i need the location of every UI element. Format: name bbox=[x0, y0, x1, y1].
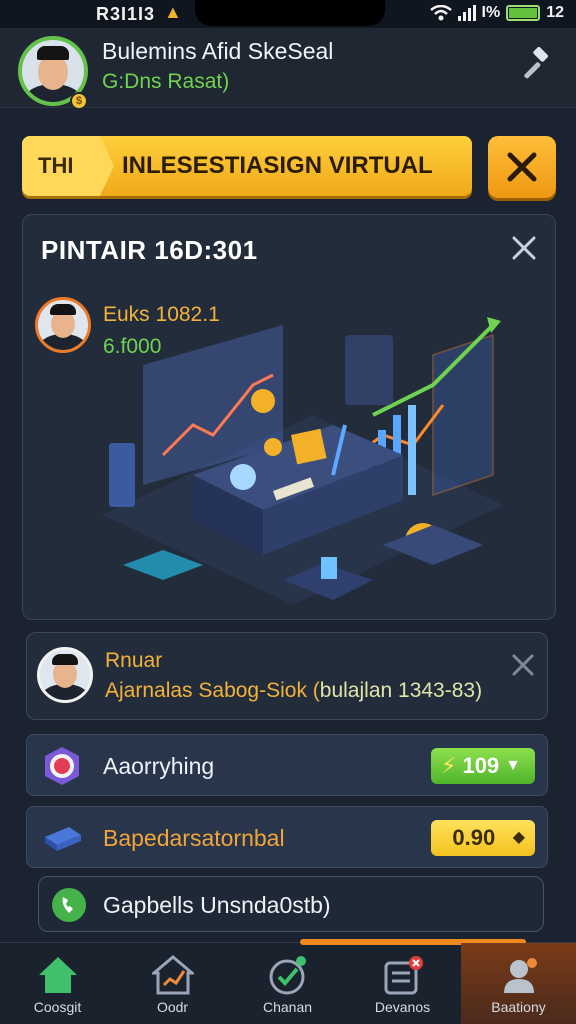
status-number: 12 bbox=[546, 4, 564, 21]
chevron-down-icon: ▼ bbox=[505, 757, 522, 774]
list-item-label: Gapbells Unsnda0stb) bbox=[103, 892, 331, 918]
user-icon bbox=[504, 958, 537, 993]
target-icon bbox=[45, 747, 79, 785]
close-icon[interactable] bbox=[511, 653, 535, 677]
status-right: I% 12 bbox=[429, 4, 564, 22]
value-badge-text: 0.90 bbox=[452, 825, 496, 850]
list-item[interactable]: Aaorryhing ⚡ 109 ▼ bbox=[26, 734, 548, 796]
card-title: PINTAIR 16D:301 bbox=[41, 235, 258, 265]
lightning-icon: ⚡ bbox=[441, 753, 457, 778]
card-user-value: 6.f000 bbox=[103, 335, 162, 358]
list-item-label: Bapedarsatornbal bbox=[103, 825, 285, 851]
wifi-icon bbox=[429, 5, 452, 21]
notification-card[interactable]: Rnuar Ajarnalas Sabog-Siok (bulajlan 134… bbox=[26, 632, 548, 720]
value-badge[interactable]: ⚡ 109 ▼ bbox=[431, 748, 535, 784]
signal-icon bbox=[457, 5, 476, 21]
phone-icon bbox=[52, 888, 86, 922]
close-icon bbox=[507, 152, 537, 182]
nav-item-order[interactable]: Oodr bbox=[115, 943, 230, 1024]
user-name: Bulemins Afid SkeSeal bbox=[102, 38, 334, 64]
nav-label: Coosgit bbox=[33, 999, 82, 1015]
nav-label: Chanan bbox=[262, 999, 313, 1015]
card-user-name: Euks 1082.1 bbox=[103, 303, 220, 326]
battery-percent: I% bbox=[481, 4, 501, 21]
list-badge-icon bbox=[384, 956, 423, 995]
list-item-label: Aaorryhing bbox=[103, 753, 215, 779]
notification-title: Rnuar bbox=[105, 649, 163, 672]
house-chart-icon bbox=[152, 955, 194, 995]
nav-label: Devanos bbox=[374, 999, 431, 1015]
list-item[interactable]: Gapbells Unsnda0stb) bbox=[38, 876, 544, 932]
warning-icon: ▲ bbox=[164, 2, 182, 22]
nav-item-home[interactable]: Coosgit bbox=[0, 943, 115, 1024]
battery-icon bbox=[506, 5, 541, 21]
cash-icon bbox=[45, 827, 81, 851]
list-item[interactable]: Bapedarsatornbal 0.90 ◆ bbox=[26, 806, 548, 868]
card-user bbox=[35, 297, 91, 353]
profile-header: $ Bulemins Afid SkeSeal G:Dns Rasat) bbox=[0, 28, 576, 110]
close-icon[interactable] bbox=[511, 235, 537, 261]
user-subtitle: G:Dns Rasat) bbox=[102, 70, 230, 93]
value-badge[interactable]: 0.90 ◆ bbox=[431, 820, 535, 856]
coin-icon: $ bbox=[70, 92, 88, 110]
investment-banner[interactable]: THI INLESESTIASIGN VIRTUAL bbox=[22, 136, 472, 196]
investment-card: PINTAIR 16D:301 Euks 1082.1 6.f000 bbox=[22, 214, 556, 620]
notification-body-main: Ajarnalas Sabog-Siok ( bbox=[105, 679, 320, 702]
status-time: R3I1I3 bbox=[96, 4, 156, 24]
banner-tag: THI bbox=[22, 136, 114, 196]
nav-item-devices[interactable]: Devanos bbox=[345, 943, 460, 1024]
notification-body-paren: bulajlan 1343-83) bbox=[319, 679, 483, 702]
value-badge-text: 109 bbox=[462, 753, 500, 778]
nav-label: Oodr bbox=[156, 999, 189, 1015]
home-icon bbox=[39, 957, 77, 993]
status-bar: R3I1I3 ▲ I% 12 bbox=[0, 0, 576, 28]
avatar bbox=[37, 647, 93, 703]
camera-notch bbox=[195, 0, 385, 26]
avatar bbox=[35, 297, 91, 353]
nav-item-profile[interactable]: Baationy bbox=[461, 943, 576, 1024]
nav-label: Baationy bbox=[491, 999, 546, 1015]
bottom-nav: Coosgit Oodr Chanan Devanos Baationy bbox=[0, 939, 576, 1024]
banner-title: INLESESTIASIGN VIRTUAL bbox=[122, 152, 433, 179]
nav-item-channel[interactable]: Chanan bbox=[230, 943, 345, 1024]
hammer-icon[interactable] bbox=[518, 46, 552, 80]
globe-icon bbox=[269, 956, 306, 995]
diamond-icon: ◆ bbox=[512, 829, 525, 846]
notification-body: Ajarnalas Sabog-Siok (bulajlan 1343-83) bbox=[105, 679, 482, 703]
banner-close-button[interactable] bbox=[488, 136, 556, 198]
